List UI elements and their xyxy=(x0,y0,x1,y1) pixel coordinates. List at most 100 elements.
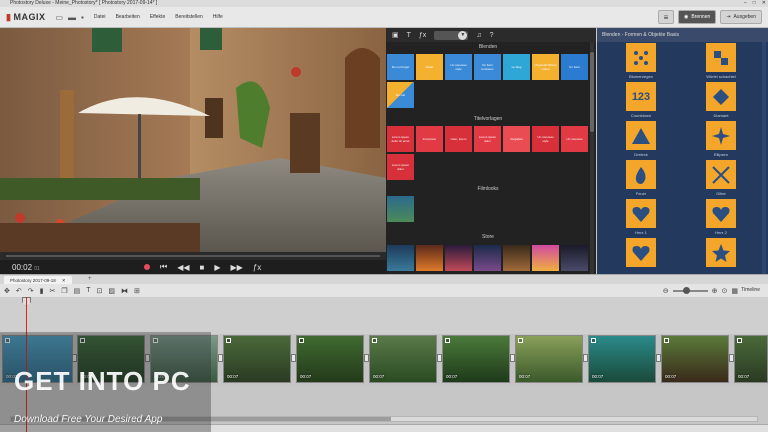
category-dropdown[interactable]: ▼ xyxy=(434,30,469,40)
clip-checkbox[interactable] xyxy=(372,338,377,343)
text-icon[interactable]: T xyxy=(86,287,90,294)
skip-start-icon[interactable]: ⏮ xyxy=(160,262,167,272)
effects-scrollbar[interactable] xyxy=(762,42,766,274)
export-button[interactable]: ⇥ Ausgeben xyxy=(720,10,762,24)
effect-item-diamant[interactable]: Diamant xyxy=(681,81,761,120)
scrubber-track[interactable] xyxy=(6,255,380,257)
effects-fx-icon[interactable]: ƒx xyxy=(253,263,261,272)
menu-item-bereitstellen[interactable]: Bereitstellen xyxy=(175,14,203,20)
menu-item-bearbeiten[interactable]: Bearbeiten xyxy=(116,14,140,20)
play-icon[interactable]: ▶ xyxy=(214,263,220,272)
effect-item-countdown[interactable]: 123 Countdown xyxy=(601,81,681,120)
template-tile[interactable]: Le blog xyxy=(503,54,530,80)
menu-item-effekte[interactable]: Effekte xyxy=(150,14,165,20)
template-tile[interactable]: Du ciel xyxy=(387,82,414,108)
delete-icon[interactable]: ▮ xyxy=(40,287,44,295)
cut-icon[interactable]: ✂ xyxy=(49,287,55,295)
clip-checkbox[interactable] xyxy=(518,338,523,343)
fx-tool-icon[interactable]: ƒx xyxy=(419,32,426,39)
view-options-icon[interactable]: ▦ xyxy=(731,287,738,295)
timeline-clip[interactable]: 00:07 xyxy=(588,335,656,383)
timeline-clip[interactable]: 00:07 xyxy=(661,335,729,383)
scrollbar-thumb[interactable] xyxy=(590,52,594,132)
preview-monitor[interactable] xyxy=(0,28,386,252)
timeline-clip[interactable]: 00:07 xyxy=(296,335,364,383)
close-icon[interactable]: ✕ xyxy=(762,0,766,7)
maximize-icon[interactable]: □ xyxy=(753,0,756,7)
effect-item-dreieck[interactable]: Dreieck xyxy=(601,120,681,159)
store-tile[interactable] xyxy=(445,245,472,271)
effect-item-feuer[interactable]: Feuer xyxy=(601,159,681,198)
mouse-mode-icon[interactable]: ✥ xyxy=(4,287,10,295)
fast-forward-icon[interactable]: ▶▶ xyxy=(231,263,243,272)
crop-icon[interactable]: ⊡ xyxy=(97,287,103,295)
timeline-clip[interactable]: 00:07 xyxy=(442,335,510,383)
store-tile[interactable] xyxy=(503,245,530,271)
redo-icon[interactable]: ↷ xyxy=(28,287,34,295)
effect-item-star[interactable] xyxy=(681,237,761,274)
template-tile[interactable]: Un futur lumineux xyxy=(474,54,501,80)
template-tile[interactable]: Un nouveau style xyxy=(445,54,472,80)
zoom-in-icon[interactable]: ⊕ xyxy=(712,287,718,295)
stop-icon[interactable]: ■ xyxy=(200,263,205,272)
zoom-out-icon[interactable]: ⊖ xyxy=(663,287,669,295)
music-icon[interactable]: ♫ xyxy=(476,32,481,39)
save-icon[interactable]: ▪ xyxy=(81,13,84,22)
zoom-slider[interactable] xyxy=(672,286,708,294)
template-tile[interactable]: Incorporer xyxy=(416,126,443,152)
template-tile[interactable]: Ungewöhnliches Leben xyxy=(532,54,559,80)
store-tile[interactable] xyxy=(532,245,559,271)
clip-checkbox[interactable] xyxy=(226,338,231,343)
minimize-icon[interactable]: – xyxy=(744,0,747,7)
filmlook-tile[interactable] xyxy=(387,196,414,222)
rewind-icon[interactable]: ◀◀ xyxy=(177,263,189,272)
timeline-clip[interactable]: 00:07 xyxy=(734,335,768,383)
preview-scrubber[interactable] xyxy=(0,252,386,260)
template-tile[interactable]: Un futur xyxy=(561,54,588,80)
image-icon[interactable]: ▨ xyxy=(108,287,115,295)
undo-icon[interactable]: ↶ xyxy=(16,287,22,295)
timeline-mode-label[interactable]: Timeline xyxy=(741,287,760,293)
timeline-clip[interactable]: 00:07 xyxy=(369,335,437,383)
template-tile[interactable]: Lorem ipsum dolor sit amet xyxy=(387,126,414,152)
effect-item-heart[interactable] xyxy=(601,237,681,274)
effect-item-herz-2[interactable]: Herz 2 xyxy=(681,198,761,237)
template-tile[interactable]: Un nouveau xyxy=(561,126,588,152)
effect-item-gitter[interactable]: Gitter xyxy=(681,159,761,198)
timeline-clip[interactable]: 00:07 xyxy=(223,335,291,383)
add-tab-icon[interactable]: + xyxy=(88,276,92,282)
template-tile[interactable]: Un nouveau style xyxy=(532,126,559,152)
effect-item-blumenregen[interactable]: Blumenregen xyxy=(601,42,681,81)
template-tile[interactable]: Fader xyxy=(416,54,443,80)
template-tile[interactable]: Do not forget xyxy=(387,54,414,80)
effect-item-ellipsen[interactable]: Ellipsen xyxy=(681,120,761,159)
clip-checkbox[interactable] xyxy=(664,338,669,343)
media-pool-scrollbar[interactable] xyxy=(590,42,594,274)
menu-item-hilfe[interactable]: Hilfe xyxy=(213,14,223,20)
template-tile[interactable]: Liber, lorem xyxy=(445,126,472,152)
clip-checkbox[interactable] xyxy=(445,338,450,343)
store-tile[interactable] xyxy=(474,245,501,271)
timeline-clip[interactable]: 00:07 xyxy=(515,335,583,383)
media-folder-icon[interactable]: ▣ xyxy=(392,31,399,39)
zoom-slider-knob[interactable] xyxy=(682,286,690,294)
copy-icon[interactable]: ❐ xyxy=(61,287,67,295)
effect-item-wuerfel[interactable]: Würfel schachtel xyxy=(681,42,761,81)
store-tile[interactable] xyxy=(416,245,443,271)
menu-item-datei[interactable]: Datei xyxy=(94,14,106,20)
text-tool-icon[interactable]: T xyxy=(407,32,411,39)
template-tile[interactable]: Vorgaben xyxy=(503,126,530,152)
effect-item-herz-1[interactable]: Herz 1 xyxy=(601,198,681,237)
store-tile[interactable] xyxy=(561,245,588,271)
clip-checkbox[interactable] xyxy=(299,338,304,343)
transition-icon[interactable]: ⧓ xyxy=(121,287,128,295)
zoom-fit-icon[interactable]: ⊙ xyxy=(722,287,728,295)
burn-button[interactable]: ◉ Brennen xyxy=(677,10,717,24)
open-folder-icon[interactable]: ▬ xyxy=(68,13,76,22)
timeline-ruler[interactable] xyxy=(0,297,768,334)
template-tile[interactable]: Lorem ipsum dolor xyxy=(387,154,414,180)
split-icon[interactable]: ⊞ xyxy=(134,287,140,295)
record-icon[interactable] xyxy=(144,264,150,270)
hamburger-menu-button[interactable]: ≡ xyxy=(657,10,674,24)
help-icon[interactable]: ? xyxy=(490,32,494,39)
